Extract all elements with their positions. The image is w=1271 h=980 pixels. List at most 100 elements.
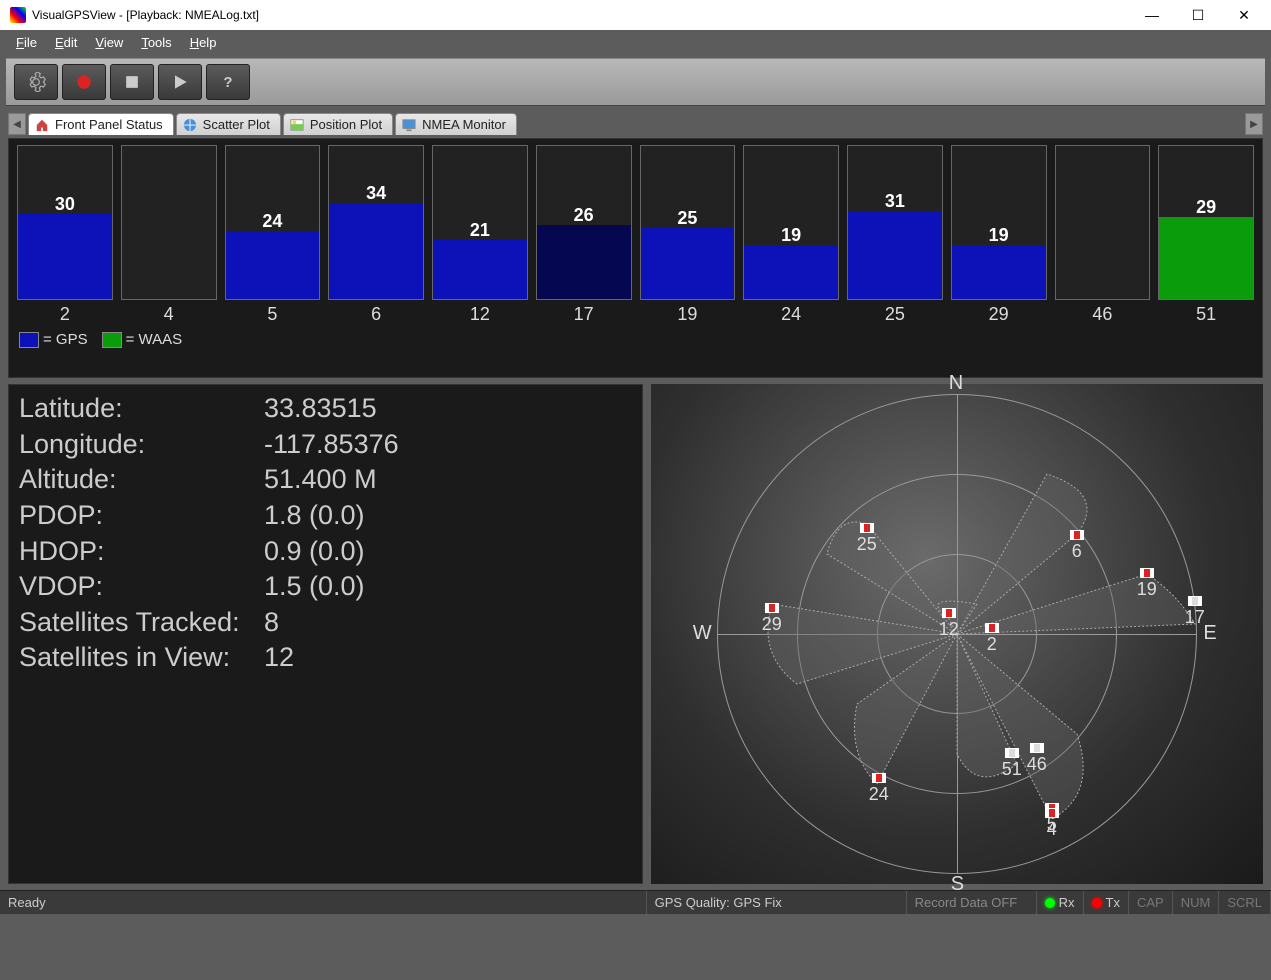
satellite-label: 6 xyxy=(1070,541,1084,562)
satellite-id: 29 xyxy=(989,304,1009,325)
led-tx-icon xyxy=(1092,898,1102,908)
satellite-id: 51 xyxy=(1196,304,1216,325)
tab-nmea-monitor[interactable]: NMEA Monitor xyxy=(395,113,517,135)
satellite-label: 51 xyxy=(1002,759,1022,780)
satellite-id: 4 xyxy=(164,304,174,325)
sky-satellite: 51 xyxy=(1002,748,1022,780)
tab-scroll-left[interactable]: ◀ xyxy=(8,113,26,135)
menu-tools[interactable]: Tools xyxy=(133,33,179,52)
sky-satellite: 4 xyxy=(1045,808,1059,840)
signal-bar: 3125 xyxy=(847,145,943,325)
close-button[interactable]: ✕ xyxy=(1221,0,1267,30)
signal-bar: 1924 xyxy=(743,145,839,325)
info-row: PDOP:1.8 (0.0) xyxy=(19,498,632,534)
record-icon xyxy=(74,72,94,92)
signal-value: 34 xyxy=(329,183,423,204)
tab-label: Position Plot xyxy=(310,117,382,132)
info-label: Satellites in View: xyxy=(19,640,264,676)
satellite-marker-icon xyxy=(942,608,956,618)
menu-view[interactable]: View xyxy=(87,33,131,52)
satellite-label: 46 xyxy=(1027,754,1047,775)
satellite-label: 12 xyxy=(939,619,959,640)
signal-value: 21 xyxy=(433,220,527,241)
satellite-id: 25 xyxy=(885,304,905,325)
stop-button[interactable] xyxy=(110,64,154,100)
home-icon xyxy=(35,118,49,132)
info-label: PDOP: xyxy=(19,498,264,534)
play-button[interactable] xyxy=(158,64,202,100)
sky-satellite: 29 xyxy=(762,603,782,635)
menu-edit[interactable]: Edit xyxy=(47,33,85,52)
info-value: 12 xyxy=(264,640,294,676)
maximize-button[interactable]: ☐ xyxy=(1175,0,1221,30)
signal-value: 29 xyxy=(1159,197,1253,218)
menu-file[interactable]: File xyxy=(8,33,45,52)
compass-south: S xyxy=(951,873,964,896)
tab-label: Scatter Plot xyxy=(203,117,270,132)
signal-value: 30 xyxy=(18,194,112,215)
signal-value: 19 xyxy=(744,225,838,246)
legend-gps-label: = GPS xyxy=(43,331,88,348)
menu-help[interactable]: Help xyxy=(182,33,225,52)
satellite-id: 12 xyxy=(470,304,490,325)
status-ready: Ready xyxy=(0,891,647,914)
satellite-label: 25 xyxy=(857,534,877,555)
signal-bar: 4 xyxy=(121,145,217,325)
tab-scroll-right[interactable]: ▶ xyxy=(1245,113,1263,135)
tab-front-panel[interactable]: Front Panel Status xyxy=(28,113,174,135)
signal-bar: 26 17 xyxy=(536,145,632,325)
satellite-id: 2 xyxy=(60,304,70,325)
signal-bar: 1929 xyxy=(951,145,1047,325)
satellite-id: 5 xyxy=(267,304,277,325)
info-label: Satellites Tracked: xyxy=(19,605,264,641)
compass-east: E xyxy=(1203,622,1216,645)
info-row: Altitude:51.400 M xyxy=(19,462,632,498)
signal-bar: 346 xyxy=(328,145,424,325)
info-row: Satellites in View:12 xyxy=(19,640,632,676)
sky-satellite: 2 xyxy=(985,623,999,655)
title-bar: VisualGPSView - [Playback: NMEALog.txt] … xyxy=(0,0,1271,30)
sky-satellite: 46 xyxy=(1027,743,1047,775)
play-icon xyxy=(170,72,190,92)
info-row: HDOP:0.9 (0.0) xyxy=(19,534,632,570)
satellite-marker-icon xyxy=(872,773,886,783)
toolbar: ? xyxy=(6,58,1265,106)
satellite-marker-icon xyxy=(860,523,874,533)
minimize-button[interactable]: — xyxy=(1129,0,1175,30)
satellite-marker-icon xyxy=(985,623,999,633)
status-rx: Rx xyxy=(1037,891,1084,914)
satellite-id: 24 xyxy=(781,304,801,325)
satellite-id: 19 xyxy=(677,304,697,325)
signal-bar: 30 2 xyxy=(17,145,113,325)
signal-bar: 245 xyxy=(225,145,321,325)
satellite-marker-icon xyxy=(765,603,779,613)
tab-scatter-plot[interactable]: Scatter Plot xyxy=(176,113,281,135)
info-value: 8 xyxy=(264,605,279,641)
legend: = GPS = WAAS xyxy=(9,327,1262,355)
satellite-id: 17 xyxy=(574,304,594,325)
sky-satellite: 6 xyxy=(1070,530,1084,562)
app-icon xyxy=(10,7,26,23)
tab-label: NMEA Monitor xyxy=(422,117,506,132)
tab-label: Front Panel Status xyxy=(55,117,163,132)
status-cap: CAP xyxy=(1129,891,1173,914)
satellite-label: 17 xyxy=(1185,607,1205,628)
info-value: -117.85376 xyxy=(264,427,399,463)
tab-position-plot[interactable]: Position Plot xyxy=(283,113,393,135)
picture-icon xyxy=(290,118,304,132)
signal-bar: 25 19 xyxy=(640,145,736,325)
help-button[interactable]: ? xyxy=(206,64,250,100)
status-bar: Ready GPS Quality: GPS Fix Record Data O… xyxy=(0,890,1271,914)
status-scrl: SCRL xyxy=(1219,891,1271,914)
info-value: 0.9 (0.0) xyxy=(264,534,365,570)
status-record: Record Data OFF xyxy=(907,891,1037,914)
signal-value: 26 xyxy=(537,205,631,226)
sky-satellite: 25 xyxy=(857,523,877,555)
info-value: 33.83515 xyxy=(264,391,377,427)
signal-value: 19 xyxy=(952,225,1046,246)
record-button[interactable] xyxy=(62,64,106,100)
info-value: 51.400 M xyxy=(264,462,377,498)
settings-button[interactable] xyxy=(14,64,58,100)
satellite-marker-icon xyxy=(1030,743,1044,753)
signal-value: 25 xyxy=(641,208,735,229)
